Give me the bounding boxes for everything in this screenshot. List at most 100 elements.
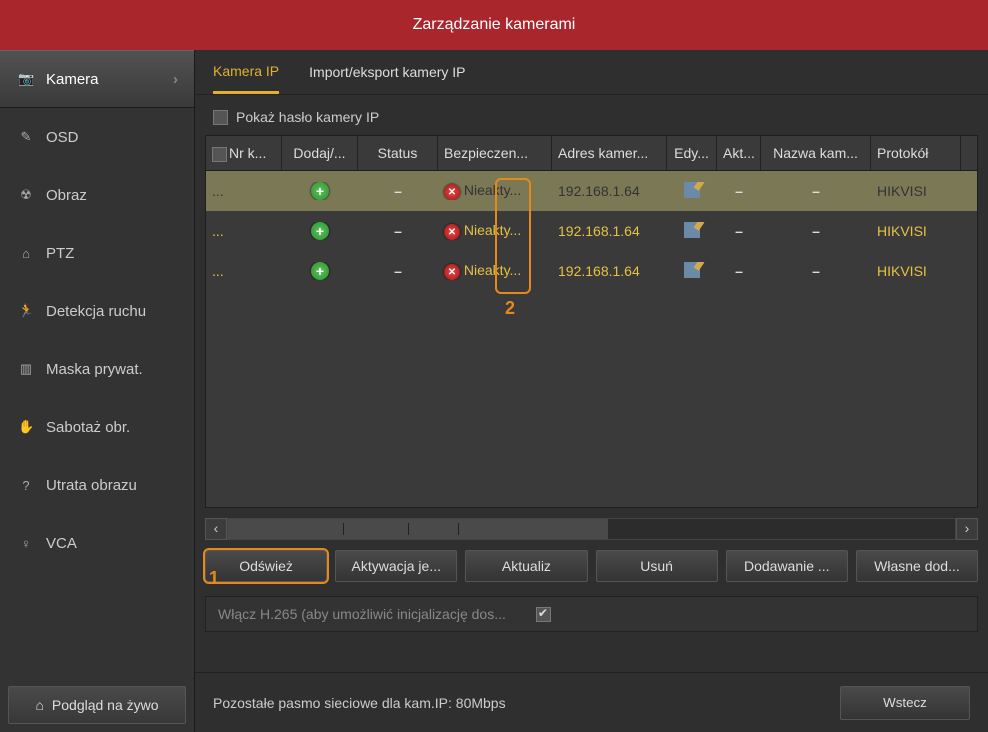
sidebar-item-label: PTZ	[46, 245, 74, 262]
cell-name: –	[761, 223, 871, 239]
cell-number: ...	[206, 263, 282, 279]
sidebar-item-ptz[interactable]: ⌂ PTZ	[0, 224, 194, 282]
col-address[interactable]: Adres kamer...	[552, 136, 667, 170]
mask-icon: ▥	[18, 361, 34, 377]
cell-edit[interactable]	[667, 182, 717, 201]
sidebar-item-label: Obraz	[46, 187, 87, 204]
sidebar: 📷 Kamera › ✎ OSD ☢ Obraz ⌂ PTZ 🏃 Detekcj…	[0, 50, 195, 732]
scroll-thumb[interactable]	[228, 519, 608, 539]
cell-status: –	[358, 263, 438, 279]
cell-protocol: HIKVISI	[871, 263, 961, 279]
ptz-icon: ⌂	[18, 246, 34, 261]
h265-checkbox[interactable]	[536, 607, 551, 622]
cell-status: –	[358, 183, 438, 199]
table-row[interactable]: ... + – ✕ Nieakty... 192.168.1.64 – – HI…	[206, 171, 977, 211]
cell-number: ...	[206, 183, 282, 199]
col-protocol[interactable]: Protokół	[871, 136, 961, 170]
plus-icon[interactable]: +	[311, 262, 329, 280]
cell-name: –	[761, 183, 871, 199]
cell-status: –	[358, 223, 438, 239]
sidebar-item-motion[interactable]: 🏃 Detekcja ruchu	[0, 282, 194, 340]
sidebar-item-label: OSD	[46, 129, 79, 146]
cell-security: ✕ Nieakty...	[438, 262, 552, 281]
sidebar-item-label: Maska prywat.	[46, 361, 143, 378]
plus-icon[interactable]: +	[311, 182, 329, 200]
activate-button[interactable]: Aktywacja je...	[335, 550, 457, 582]
sidebar-item-video-loss[interactable]: ? Utrata obrazu	[0, 456, 194, 514]
camera-icon: 📷	[18, 71, 34, 87]
scroll-right-button[interactable]: ›	[956, 518, 978, 540]
live-view-button[interactable]: ⌂ Podgląd na żywo	[8, 686, 186, 724]
back-button[interactable]: Wstecz	[840, 686, 970, 720]
col-status[interactable]: Status	[358, 136, 438, 170]
tab-kamera-ip[interactable]: Kamera IP	[213, 51, 279, 94]
main-panel: Kamera IP Import/eksport kamery IP Pokaż…	[195, 50, 988, 732]
cell-edit[interactable]	[667, 262, 717, 281]
cell-add[interactable]: +	[282, 262, 358, 280]
footer: Pozostałe pasmo sieciowe dla kam.IP: 80M…	[195, 672, 988, 732]
sidebar-item-label: Sabotaż obr.	[46, 419, 130, 436]
scroll-track[interactable]	[227, 518, 956, 540]
sidebar-item-label: VCA	[46, 535, 77, 552]
refresh-button[interactable]: Odśwież	[205, 550, 327, 582]
warning-icon: ✕	[444, 264, 460, 280]
add-button[interactable]: Dodawanie ...	[726, 550, 848, 582]
home-icon: ⌂	[35, 697, 43, 713]
motion-icon: 🏃	[18, 303, 34, 319]
vca-icon: ♀	[18, 536, 34, 551]
sidebar-item-osd[interactable]: ✎ OSD	[0, 108, 194, 166]
osd-icon: ✎	[18, 129, 34, 145]
chevron-right-icon: ›	[173, 71, 178, 88]
plus-icon[interactable]: +	[311, 222, 329, 240]
horizontal-scrollbar[interactable]: ‹ ›	[205, 518, 978, 540]
col-security[interactable]: Bezpieczen...	[438, 136, 552, 170]
cell-protocol: HIKVISI	[871, 183, 961, 199]
cell-protocol: HIKVISI	[871, 223, 961, 239]
edit-icon[interactable]	[684, 182, 700, 198]
window-title: Zarządzanie kamerami	[0, 0, 988, 50]
cell-name: –	[761, 263, 871, 279]
sidebar-item-kamera[interactable]: 📷 Kamera ›	[0, 50, 194, 108]
cell-add[interactable]: +	[282, 222, 358, 240]
update-button[interactable]: Aktualiz	[465, 550, 587, 582]
edit-icon[interactable]	[684, 222, 700, 238]
table-header: Nr k... Dodaj/... Status Bezpieczen... A…	[206, 136, 977, 171]
h265-row: Włącz H.265 (aby umożliwić inicjalizację…	[205, 596, 978, 632]
cell-security: ✕ Nieakty...	[438, 222, 552, 241]
warning-icon: ✕	[444, 224, 460, 240]
cell-edit[interactable]	[667, 222, 717, 241]
col-edit[interactable]: Edy...	[667, 136, 717, 170]
hand-icon: ✋	[18, 419, 34, 435]
col-number[interactable]: Nr k...	[206, 136, 282, 170]
warning-icon: ✕	[444, 184, 460, 200]
sidebar-item-label: Detekcja ruchu	[46, 303, 146, 320]
table-row[interactable]: ... + – ✕ Nieakty... 192.168.1.64 – – HI…	[206, 251, 977, 291]
bandwidth-label: Pozostałe pasmo sieciowe dla kam.IP: 80M…	[213, 695, 840, 711]
live-view-label: Podgląd na żywo	[52, 697, 159, 713]
cell-add[interactable]: +	[282, 182, 358, 200]
image-icon: ☢	[18, 187, 34, 203]
custom-add-button[interactable]: Własne dod...	[856, 550, 978, 582]
show-password-checkbox[interactable]	[213, 110, 228, 125]
delete-button[interactable]: Usuń	[596, 550, 718, 582]
col-add[interactable]: Dodaj/...	[282, 136, 358, 170]
show-password-row: Pokaż hasło kamery IP	[195, 95, 988, 135]
edit-icon[interactable]	[684, 262, 700, 278]
sidebar-item-obraz[interactable]: ☢ Obraz	[0, 166, 194, 224]
annotation-number-2: 2	[505, 298, 515, 319]
scroll-left-button[interactable]: ‹	[205, 518, 227, 540]
col-update[interactable]: Akt...	[717, 136, 761, 170]
cell-address: 192.168.1.64	[552, 223, 667, 239]
cell-security: ✕ Nieakty...	[438, 182, 552, 201]
sidebar-item-tamper[interactable]: ✋ Sabotaż obr.	[0, 398, 194, 456]
col-name[interactable]: Nazwa kam...	[761, 136, 871, 170]
table-body: ... + – ✕ Nieakty... 192.168.1.64 – – HI…	[206, 171, 977, 507]
select-all-checkbox[interactable]	[212, 147, 227, 162]
show-password-label: Pokaż hasło kamery IP	[236, 109, 379, 125]
cell-update: –	[717, 183, 761, 199]
sidebar-item-privacy-mask[interactable]: ▥ Maska prywat.	[0, 340, 194, 398]
sidebar-item-vca[interactable]: ♀ VCA	[0, 514, 194, 572]
annotation-number-1: 1	[205, 568, 223, 589]
table-row[interactable]: ... + – ✕ Nieakty... 192.168.1.64 – – HI…	[206, 211, 977, 251]
tab-import-export[interactable]: Import/eksport kamery IP	[309, 52, 465, 92]
